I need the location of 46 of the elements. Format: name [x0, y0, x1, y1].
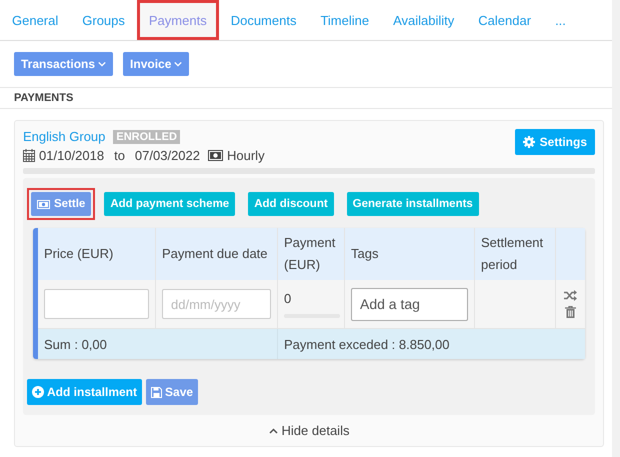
footer-button[interactable]: Save: [146, 379, 198, 405]
tab[interactable]: General: [0, 0, 70, 40]
payment-value: 0: [284, 290, 292, 306]
status-badge: ENROLLED: [113, 130, 180, 144]
action-button[interactable]: Add payment scheme: [104, 192, 236, 216]
dropdown-button[interactable]: Invoice: [123, 52, 190, 76]
group-link[interactable]: English Group: [23, 129, 106, 144]
column-header: Tags: [345, 228, 475, 280]
end-date: 07/03/2022: [134, 148, 200, 163]
column-header: Settlement period: [475, 228, 556, 280]
plus-circle-icon: [32, 386, 44, 398]
rate-label: Hourly: [227, 148, 265, 163]
dropdown-button[interactable]: Transactions: [14, 52, 114, 76]
money-icon: [208, 150, 223, 161]
tab[interactable]: Groups: [70, 0, 137, 40]
tab[interactable]: Documents: [218, 0, 308, 40]
hide-details-link[interactable]: Hide details: [268, 423, 350, 438]
date-field[interactable]: dd/mm/yyyy: [162, 289, 271, 319]
tab[interactable]: ...: [543, 0, 578, 40]
chevron-up-icon: [268, 428, 278, 434]
money-icon: [37, 200, 50, 208]
trash-icon[interactable]: [564, 306, 576, 318]
caret-icon: [98, 61, 106, 67]
column-header: Payment due date: [156, 228, 278, 280]
caret-icon: [174, 61, 182, 67]
save-icon: [151, 386, 162, 398]
action-button[interactable]: Settle: [31, 192, 92, 216]
action-button[interactable]: Generate installments: [346, 192, 479, 216]
sum-label: Sum : 0,00: [38, 329, 278, 359]
settings-icon: [522, 136, 535, 148]
to-label: to: [114, 148, 125, 163]
exceeded-label: Payment exceded : 8.850,00: [283, 336, 450, 352]
shuffle-icon[interactable]: [564, 290, 576, 301]
column-header: Price (EUR): [38, 228, 156, 280]
tag-field[interactable]: Add a tag: [351, 288, 468, 320]
tab[interactable]: Calendar: [466, 0, 544, 40]
tab[interactable]: Availability: [381, 0, 466, 40]
footer-button[interactable]: Add installment: [27, 379, 142, 405]
settings-button[interactable]: Settings: [514, 129, 595, 155]
calendar-icon: [23, 149, 35, 162]
tab[interactable]: Timeline: [308, 0, 382, 40]
tab[interactable]: Payments: [136, 0, 219, 40]
start-date: 01/10/2018: [39, 148, 104, 163]
price-field[interactable]: [44, 289, 149, 319]
column-header: Payment (EUR): [278, 228, 345, 280]
action-button[interactable]: Add discount: [248, 192, 334, 216]
